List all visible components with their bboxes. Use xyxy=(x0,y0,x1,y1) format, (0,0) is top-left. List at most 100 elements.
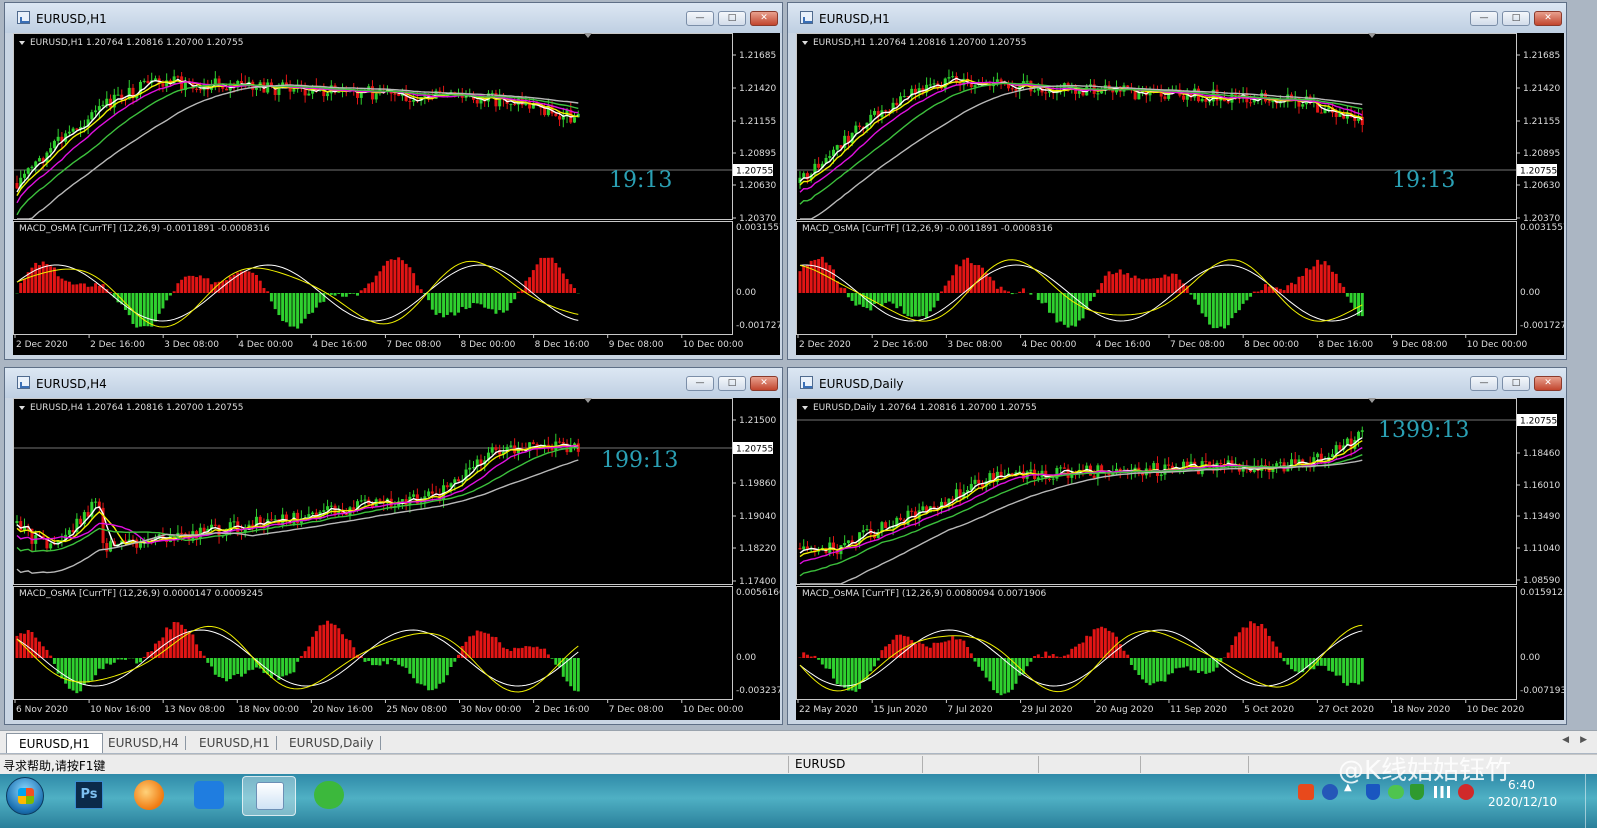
window-titlebar[interactable]: EURUSD,H4 — □ ✕ xyxy=(5,368,782,398)
price-chart-svg: 1.216851.214201.211551.208951.206301.203… xyxy=(796,33,1564,350)
window-titlebar[interactable]: EURUSD,H1 — □ ✕ xyxy=(5,3,782,33)
close-button[interactable]: ✕ xyxy=(1534,376,1562,391)
macd-histogram-bar xyxy=(202,278,206,293)
close-button[interactable]: ✕ xyxy=(1534,11,1562,26)
chart-canvas[interactable]: 1.21685 1.21420 1.21155 1.20895 1.20630 1.203… xyxy=(796,33,1564,355)
macd-histogram-bar xyxy=(958,266,962,293)
candle-body xyxy=(322,510,326,512)
time-tick-label: 9 Dec 08:00 xyxy=(1393,340,1448,350)
macd-histogram-bar xyxy=(1342,658,1346,684)
macd-histogram-bar xyxy=(370,282,374,293)
time-tick-label: 4 Dec 16:00 xyxy=(1096,340,1151,350)
candle-body xyxy=(1204,461,1208,463)
tray-volume-icon[interactable] xyxy=(1458,784,1474,800)
macd-histogram-bar xyxy=(367,283,371,293)
macd-histogram-bar xyxy=(1360,293,1364,317)
taskbar-app-orange-button[interactable] xyxy=(122,776,176,816)
candle-body xyxy=(1159,474,1163,477)
tab-eurusd-h1[interactable]: EURUSD,H1 xyxy=(6,733,103,753)
candle-body xyxy=(225,88,229,91)
macd-histogram-bar xyxy=(1316,259,1320,293)
chart-canvas[interactable]: 1.18460 1.16010 1.13490 1.11040 1.08590 1.207… xyxy=(796,398,1564,720)
macd-histogram-bar xyxy=(1226,652,1230,658)
macd-histogram-bar xyxy=(1342,286,1346,293)
candle-body xyxy=(1360,430,1364,432)
macd-histogram-bar xyxy=(1349,658,1353,683)
chart-window-4[interactable]: EURUSD,Daily — □ ✕ 1.18460 1.16010 1.13490… xyxy=(787,367,1567,725)
taskbar-mt4-button[interactable] xyxy=(242,776,296,816)
macd-histogram-bar xyxy=(1059,293,1063,322)
taskbar-photoshop-button[interactable]: Ps xyxy=(62,776,116,816)
candle-body xyxy=(932,83,936,85)
close-button[interactable]: ✕ xyxy=(750,376,778,391)
time-tick-label: 8 Dec 16:00 xyxy=(535,340,590,350)
tab-eurusd-h4[interactable]: EURUSD,H4 xyxy=(96,733,191,753)
candle-body xyxy=(1301,104,1305,107)
clock-date[interactable]: 2020/12/10 xyxy=(1488,795,1557,809)
tab-eurusd-daily[interactable]: EURUSD,Daily xyxy=(277,733,386,753)
candle-body xyxy=(400,499,404,502)
chart-info-label: EURUSD,H1 1.20764 1.20816 1.20700 1.2075… xyxy=(30,38,244,48)
macd-histogram-bar xyxy=(404,263,408,293)
macd-histogram-bar xyxy=(973,265,977,293)
tab-separator xyxy=(380,736,381,750)
macd-histogram-bar xyxy=(438,293,442,314)
macd-histogram-bar xyxy=(1118,269,1122,293)
macd-histogram-bar xyxy=(917,642,921,658)
maximize-button[interactable]: □ xyxy=(1502,11,1530,26)
chart-canvas[interactable]: 1.21500 1.19860 1.19040 1.18220 1.17400 1.207… xyxy=(13,398,780,720)
maximize-button[interactable]: □ xyxy=(718,11,746,26)
tab-eurusd-h1-2[interactable]: EURUSD,H1 xyxy=(187,733,282,753)
macd-histogram-bar xyxy=(352,293,356,294)
clock-time[interactable]: 6:40 xyxy=(1508,778,1535,792)
macd-histogram-bar xyxy=(438,658,442,684)
taskbar-app-blue-button[interactable] xyxy=(182,776,236,816)
tray-expand-icon[interactable]: ▲ xyxy=(1344,782,1352,793)
chart-window-2[interactable]: EURUSD,H1 — □ ✕ 1.21685 1.21420 1.21155 1.2… xyxy=(787,2,1567,360)
price-tick-label: 1.20895 xyxy=(1523,149,1560,159)
macd-histogram-bar xyxy=(363,288,367,293)
maximize-button[interactable]: □ xyxy=(718,376,746,391)
candle-body xyxy=(26,168,30,174)
chart-canvas[interactable]: 1.21685 1.21420 1.21155 1.20895 1.20630 1.203… xyxy=(13,33,780,355)
window-titlebar[interactable]: EURUSD,Daily — □ ✕ xyxy=(788,368,1566,398)
chart-window-1[interactable]: EURUSD,H1 — □ ✕ 1.21685 1.21420 1.21155 1.2… xyxy=(4,2,783,360)
macd-histogram-bar xyxy=(535,264,539,293)
chart-menu-triangle-icon xyxy=(19,406,25,410)
minimize-button[interactable]: — xyxy=(686,376,714,391)
tray-wechat-icon[interactable] xyxy=(1388,785,1404,799)
macd-histogram-bar xyxy=(1271,641,1275,658)
chart-window-3[interactable]: EURUSD,H4 — □ ✕ 1.21500 1.19860 1.19040 1.1… xyxy=(4,367,783,725)
tray-shield-icon[interactable] xyxy=(1366,784,1380,800)
tab-scroll-left-icon[interactable]: ◀ xyxy=(1562,735,1569,745)
time-tick-label: 10 Dec 00:00 xyxy=(683,705,744,715)
macd-histogram-bar xyxy=(1144,278,1148,293)
macd-histogram-bar xyxy=(202,655,206,658)
macd-histogram-bar xyxy=(138,658,142,663)
tray-help-icon[interactable] xyxy=(1322,784,1338,800)
window-titlebar[interactable]: EURUSD,H1 — □ ✕ xyxy=(788,3,1566,33)
macd-histogram-bar xyxy=(1062,655,1066,658)
minimize-button[interactable]: — xyxy=(686,11,714,26)
taskbar-wechat-button[interactable] xyxy=(302,776,356,816)
candle-body xyxy=(1226,101,1230,103)
start-button[interactable] xyxy=(6,777,44,815)
macd-histogram-bar xyxy=(296,293,300,329)
orange-swirl-icon xyxy=(134,780,164,810)
maximize-button[interactable]: □ xyxy=(1502,376,1530,391)
price-tick-label: 1.19040 xyxy=(739,512,776,522)
tray-security-icon[interactable] xyxy=(1410,784,1424,800)
tab-scroll-right-icon[interactable]: ▶ xyxy=(1580,735,1587,745)
macd-indicator-label: MACD_OsMA [CurrTF] (12,26,9) 0.0080094 0… xyxy=(802,589,1047,599)
macd-histogram-bar xyxy=(1003,290,1007,293)
minimize-button[interactable]: — xyxy=(1470,376,1498,391)
minimize-button[interactable]: — xyxy=(1470,11,1498,26)
candle-body xyxy=(198,89,202,91)
macd-histogram-bar xyxy=(1304,268,1308,293)
close-button[interactable]: ✕ xyxy=(750,11,778,26)
tray-network-icon[interactable] xyxy=(1434,786,1450,798)
show-desktop-button[interactable] xyxy=(1585,774,1597,828)
tray-sogou-icon[interactable] xyxy=(1298,784,1314,800)
candle-body xyxy=(1062,467,1066,469)
macd-tick-label: 0.0031557 xyxy=(1520,223,1564,233)
